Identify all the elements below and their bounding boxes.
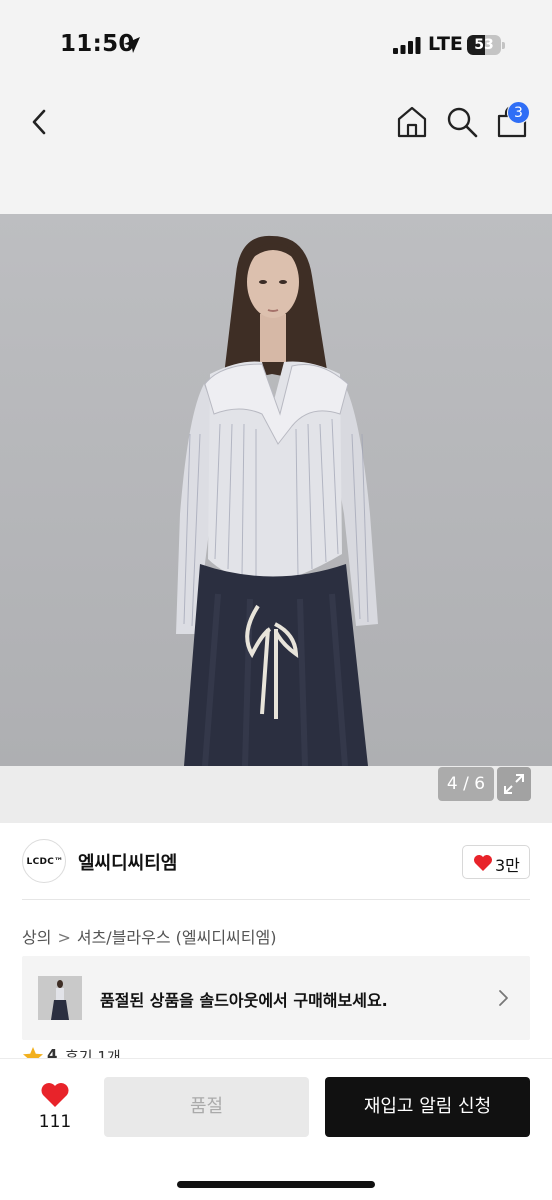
heart-icon[interactable] (40, 1081, 70, 1109)
cart-badge: 3 (507, 101, 530, 124)
brand-row: LCDC™ 엘씨디씨티엠 3만 (0, 833, 552, 893)
home-indicator (177, 1181, 375, 1188)
chevron-right-icon: > (57, 928, 71, 947)
network-label: LTE (428, 33, 463, 55)
wish-count: 111 (38, 1112, 72, 1132)
back-button[interactable] (24, 104, 56, 140)
home-icon[interactable] (394, 104, 430, 140)
location-arrow-icon (124, 37, 140, 53)
brand-logo-text: LCDC™ (26, 857, 64, 867)
heart-icon (474, 855, 492, 871)
bottom-action-bar: 111 품절 재입고 알림 신청 (0, 1058, 552, 1200)
soldout-banner-text: 품절된 상품을 솔드아웃에서 구매해보세요. (100, 991, 388, 1010)
soldout-button: 품절 (104, 1077, 309, 1137)
nav-bar (0, 92, 552, 152)
soldout-thumbnail (38, 976, 82, 1020)
expand-icon[interactable] (497, 767, 531, 801)
product-photo (176, 235, 378, 766)
product-image[interactable] (0, 214, 552, 766)
battery-level: 53 (474, 37, 494, 53)
divider (22, 899, 530, 900)
breadcrumb-category[interactable]: 상의 (22, 924, 51, 948)
chevron-right-icon (499, 990, 508, 1006)
brand-name[interactable]: 엘씨디씨티엠 (78, 849, 177, 875)
search-icon[interactable] (444, 104, 480, 140)
soldout-banner[interactable]: 품절된 상품을 솔드아웃에서 구매해보세요. (22, 956, 530, 1040)
status-bar: 11:50 LTE 53 (0, 0, 552, 90)
signal-icon (393, 37, 421, 54)
breadcrumb-subcategory[interactable]: 셔츠/블라우스 (엘씨디씨티엠) (77, 924, 277, 948)
breadcrumb: 상의 > 셔츠/블라우스 (엘씨디씨티엠) (22, 924, 276, 948)
brand-like-button[interactable]: 3만 (462, 845, 530, 879)
battery-icon: 53 (467, 35, 505, 55)
image-counter: 4 / 6 (438, 767, 494, 801)
brand-like-count: 3만 (495, 856, 520, 875)
restock-alert-button[interactable]: 재입고 알림 신청 (325, 1077, 530, 1137)
brand-logo[interactable]: LCDC™ (22, 839, 66, 883)
